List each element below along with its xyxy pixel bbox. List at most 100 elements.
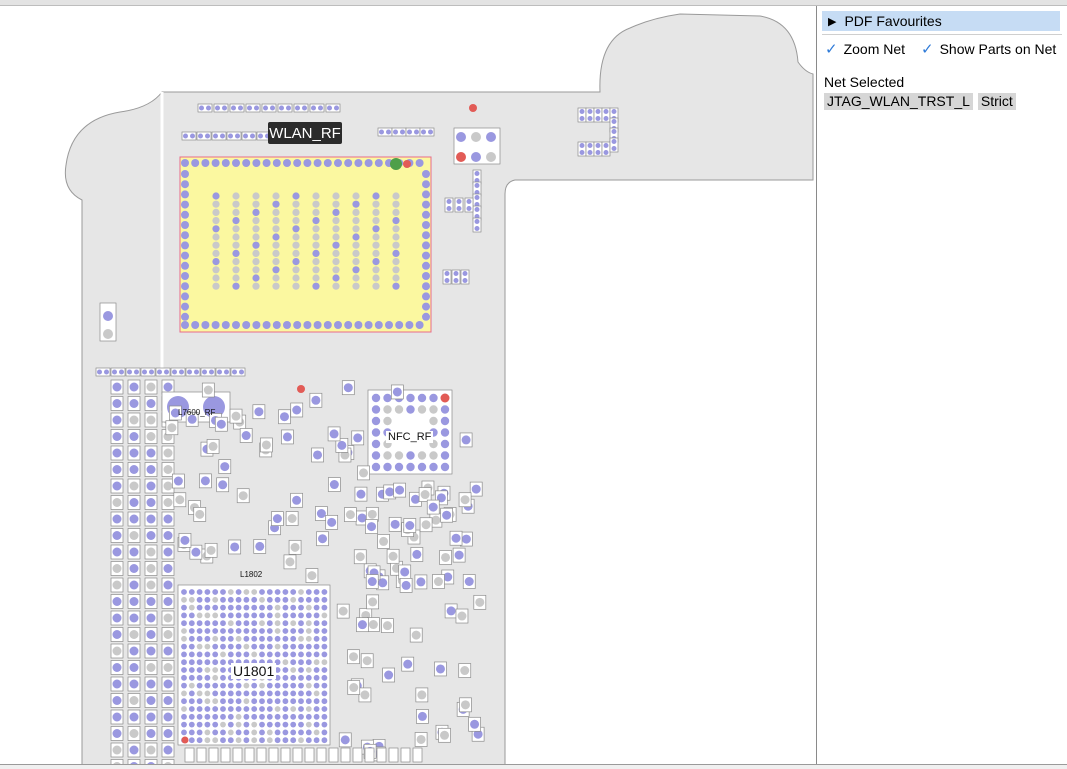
- pad: [227, 635, 234, 642]
- pad: [146, 663, 156, 672]
- pad: [352, 225, 360, 233]
- pad: [460, 666, 470, 676]
- pad: [112, 580, 122, 590]
- pad: [283, 321, 291, 329]
- pad: [243, 643, 250, 650]
- pad: [302, 105, 307, 111]
- pad: [422, 241, 430, 250]
- pad: [227, 706, 234, 712]
- pad: [474, 183, 480, 188]
- pad: [163, 448, 173, 458]
- pad: [313, 604, 320, 611]
- pad: [220, 620, 226, 627]
- pad: [181, 312, 189, 321]
- pad: [290, 589, 297, 595]
- pad: [243, 682, 250, 689]
- pad: [274, 690, 281, 697]
- pad: [129, 712, 139, 722]
- pad: [379, 536, 389, 546]
- show-parts-checkbox[interactable]: ✓ Show Parts on Net: [921, 40, 1056, 58]
- pad: [251, 628, 258, 634]
- pad: [359, 468, 369, 478]
- pad: [372, 233, 380, 241]
- pad: [129, 646, 139, 656]
- pad: [422, 231, 430, 240]
- pad: [274, 721, 281, 728]
- pad: [212, 612, 219, 619]
- pad: [181, 589, 187, 595]
- pad: [474, 207, 480, 212]
- pad: [313, 659, 320, 666]
- pad: [163, 564, 173, 573]
- pad: [274, 698, 281, 705]
- pad: [462, 278, 468, 283]
- pad: [283, 159, 291, 167]
- pad: [474, 171, 480, 176]
- pad: [352, 192, 360, 200]
- pad: [220, 698, 226, 705]
- pad: [259, 682, 265, 689]
- board-canvas[interactable]: WLAN_RF NFC_RF U1801 L7600_RF L1802: [0, 6, 815, 764]
- pad: [272, 321, 281, 329]
- pad: [272, 241, 280, 249]
- pad: [343, 383, 353, 393]
- sidebar: ▶ PDF Favourites ✓ Zoom Net ✓ Show Parts…: [816, 6, 1067, 764]
- checkmark-icon: ✓: [921, 41, 934, 58]
- pad: [163, 382, 173, 392]
- pad: [167, 423, 177, 433]
- pad: [212, 258, 220, 266]
- pad: [282, 612, 289, 619]
- pad: [466, 206, 472, 211]
- pad: [163, 547, 173, 557]
- pad: [274, 643, 281, 650]
- pad: [453, 278, 459, 283]
- pad: [372, 208, 380, 216]
- pad: [204, 706, 211, 712]
- pad: [298, 682, 304, 689]
- pad: [321, 604, 328, 611]
- pad: [282, 690, 289, 697]
- pad: [146, 432, 156, 441]
- pad: [259, 651, 265, 658]
- pad: [243, 604, 250, 611]
- pad: [312, 258, 320, 266]
- pad: [298, 620, 304, 627]
- pad: [163, 646, 173, 656]
- pad: [266, 596, 273, 603]
- pad: [353, 433, 363, 443]
- component-outline: [196, 747, 207, 763]
- pad: [486, 132, 496, 142]
- pad: [230, 542, 240, 552]
- net-name-badge[interactable]: JTAG_WLAN_TRST_L: [824, 93, 973, 110]
- status-bar: [0, 764, 1067, 769]
- pad: [282, 589, 289, 595]
- pdf-favourites-toggle[interactable]: ▶ PDF Favourites: [822, 11, 1060, 31]
- pad: [603, 109, 609, 114]
- pad: [290, 628, 297, 634]
- pad: [129, 613, 139, 623]
- pad: [181, 612, 187, 619]
- pad: [188, 698, 195, 705]
- pad: [305, 698, 312, 705]
- pad: [251, 721, 258, 728]
- pad: [474, 195, 480, 200]
- pad: [129, 580, 139, 590]
- pad: [220, 721, 226, 728]
- zoom-net-checkbox[interactable]: ✓ Zoom Net: [825, 40, 905, 58]
- pad: [298, 635, 304, 642]
- pad: [603, 143, 609, 148]
- pad: [196, 612, 203, 619]
- pad: [204, 612, 211, 619]
- pad: [312, 266, 320, 274]
- match-mode-badge[interactable]: Strict: [977, 93, 1016, 110]
- pad: [204, 667, 211, 673]
- pad: [204, 596, 211, 603]
- board-svg[interactable]: [0, 6, 815, 764]
- pad: [251, 690, 258, 697]
- component-outline: [376, 747, 387, 763]
- pad: [188, 721, 195, 728]
- pad: [235, 596, 242, 603]
- pad: [200, 476, 210, 486]
- pad: [227, 589, 234, 595]
- board-outline: [64, 13, 814, 764]
